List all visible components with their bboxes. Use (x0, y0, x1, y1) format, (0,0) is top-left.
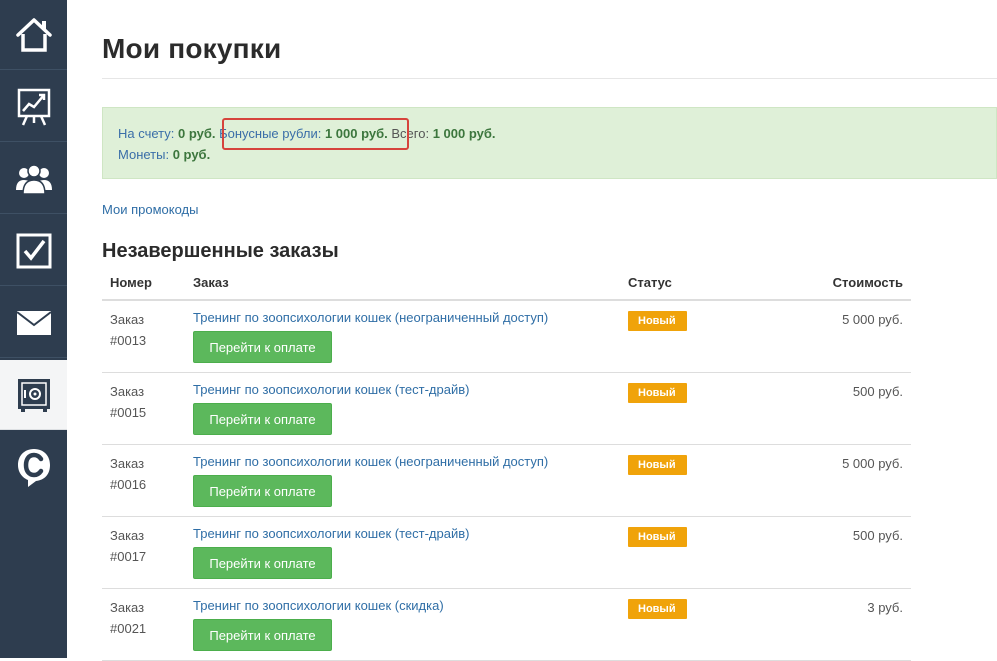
bonus-highlight-box (222, 118, 409, 150)
order-number-label: Заказ (110, 312, 145, 327)
status-cell: Новый (620, 372, 774, 445)
pay-button[interactable]: Перейти к оплате (193, 403, 332, 435)
order-number: #0017 (110, 549, 147, 564)
sidebar-item-chat[interactable] (0, 432, 67, 502)
order-cell: Тренинг по зоопсихологии кошек (неограни… (185, 300, 620, 373)
order-number: #0015 (110, 405, 147, 420)
cost-cell: 5 000 руб. (774, 300, 911, 373)
table-header-row: Номер Заказ Статус Стоимость (102, 266, 911, 301)
pay-button[interactable]: Перейти к оплате (193, 331, 332, 363)
home-icon (15, 17, 52, 52)
order-title-link[interactable]: Тренинг по зоопсихологии кошек (тест-дра… (193, 382, 612, 397)
order-cell: Тренинг по зоопсихологии кошек (скидка) … (185, 588, 620, 661)
page-title: Мои покупки (102, 33, 282, 64)
chat-c-icon (17, 449, 50, 487)
order-number-cell: Заказ #0013 (102, 300, 185, 373)
order-number: #0021 (110, 621, 147, 636)
sidebar-item-purchases[interactable] (0, 360, 67, 430)
order-cell: Тренинг по зоопсихологии кошек (неограни… (185, 444, 620, 517)
header-number: Номер (102, 266, 185, 301)
status-badge: Новый (628, 311, 687, 331)
table-row: Заказ #0016 Тренинг по зоопсихологии коше… (102, 444, 911, 517)
cost-cell: 3 руб. (774, 588, 911, 661)
status-badge: Новый (628, 455, 687, 475)
unfinished-orders-title: Незавершенные заказы (102, 240, 339, 262)
table-row: Заказ #0013 Тренинг по зоопсихологии коше… (102, 300, 911, 373)
balance-panel: На счету: 0 руб. Бонусные рубли: 1 000 р… (102, 107, 997, 179)
order-cell: Тренинг по зоопсихологии кошек (тест-дра… (185, 516, 620, 589)
status-cell: Новый (620, 444, 774, 517)
header-cost: Стоимость (774, 266, 911, 301)
order-number-label: Заказ (110, 456, 145, 471)
sidebar-item-messages[interactable] (0, 288, 67, 358)
chart-board-icon (17, 88, 50, 126)
account-value: 0 руб. (178, 126, 216, 141)
table-row: Заказ #0015 Тренинг по зоопсихологии коше… (102, 372, 911, 445)
order-number-cell: Заказ #0021 (102, 588, 185, 661)
status-cell: Новый (620, 516, 774, 589)
cost-cell: 500 руб. (774, 372, 911, 445)
orders-table: Номер Заказ Статус Стоимость Заказ #0013 … (102, 266, 911, 661)
my-promocodes-link[interactable]: Мои промокоды (102, 202, 198, 217)
balance-line-2: Монеты: 0 руб. (118, 147, 210, 162)
safe-icon (17, 378, 50, 412)
order-number-label: Заказ (110, 384, 145, 399)
status-cell: Новый (620, 300, 774, 373)
sidebar-item-stats[interactable] (0, 72, 67, 142)
total-value: 1 000 руб. (432, 126, 496, 141)
order-number: #0016 (110, 477, 147, 492)
envelope-icon (15, 310, 52, 335)
coins-value: 0 руб. (172, 147, 211, 162)
order-number-cell: Заказ #0017 (102, 516, 185, 589)
sidebar (0, 0, 67, 658)
status-cell: Новый (620, 588, 774, 661)
coins-label: Монеты: (118, 147, 170, 162)
order-number-label: Заказ (110, 528, 145, 543)
header-status: Статус (620, 266, 774, 301)
header-order: Заказ (185, 266, 620, 301)
status-badge: Новый (628, 383, 687, 403)
status-badge: Новый (628, 599, 687, 619)
users-icon (15, 163, 52, 195)
order-title-link[interactable]: Тренинг по зоопсихологии кошек (тест-дра… (193, 526, 612, 541)
order-number-label: Заказ (110, 600, 145, 615)
status-badge: Новый (628, 527, 687, 547)
sidebar-item-users[interactable] (0, 144, 67, 214)
pay-button[interactable]: Перейти к оплате (193, 475, 332, 507)
order-title-link[interactable]: Тренинг по зоопсихологии кошек (неограни… (193, 454, 612, 469)
order-number: #0013 (110, 333, 147, 348)
table-row: Заказ #0021 Тренинг по зоопсихологии коше… (102, 588, 911, 661)
account-label: На счету: (118, 126, 175, 141)
sidebar-item-tasks[interactable] (0, 216, 67, 286)
order-title-link[interactable]: Тренинг по зоопсихологии кошек (неограни… (193, 310, 612, 325)
order-number-cell: Заказ #0015 (102, 372, 185, 445)
order-number-cell: Заказ #0016 (102, 444, 185, 517)
title-divider (102, 78, 997, 79)
checkbox-icon (16, 233, 51, 268)
cost-cell: 5 000 руб. (774, 444, 911, 517)
order-title-link[interactable]: Тренинг по зоопсихологии кошек (скидка) (193, 598, 612, 613)
sidebar-item-home[interactable] (0, 0, 67, 70)
pay-button[interactable]: Перейти к оплате (193, 619, 332, 651)
table-row: Заказ #0017 Тренинг по зоопсихологии коше… (102, 516, 911, 589)
cost-cell: 500 руб. (774, 516, 911, 589)
order-cell: Тренинг по зоопсихологии кошек (тест-дра… (185, 372, 620, 445)
pay-button[interactable]: Перейти к оплате (193, 547, 332, 579)
